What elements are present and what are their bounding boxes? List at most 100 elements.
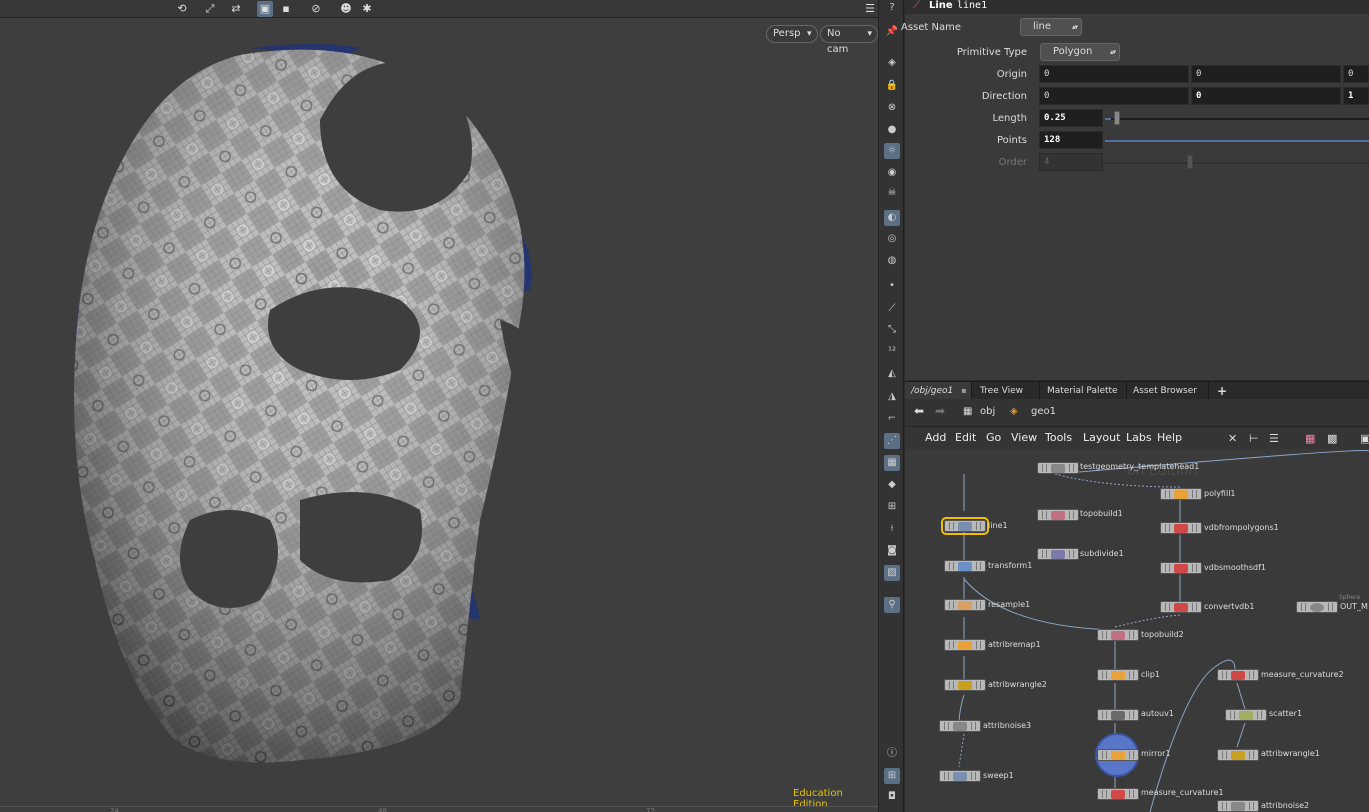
node-sweep1[interactable]: [939, 770, 981, 782]
help-icon[interactable]: ?: [884, 0, 900, 16]
node-attribremap1[interactable]: [944, 639, 986, 651]
direction-y-field[interactable]: 0: [1191, 87, 1341, 105]
corner-icon[interactable]: ⌐: [884, 411, 900, 427]
car-icon[interactable]: ⊞: [884, 499, 900, 515]
pin-tool-icon[interactable]: ⚲: [884, 597, 900, 613]
sphere-icon[interactable]: ●: [884, 122, 900, 138]
node-label: autouv1: [1141, 709, 1174, 718]
skull-icon[interactable]: ☠: [884, 185, 900, 201]
camera-view-icon[interactable]: ◈: [884, 55, 900, 71]
node-label: clip1: [1141, 670, 1161, 679]
diamond-icon[interactable]: ◆: [884, 477, 900, 493]
length-field[interactable]: 0.25: [1039, 109, 1103, 127]
eye-icon[interactable]: ◎: [884, 231, 900, 247]
tab-material-palette[interactable]: Material Palette: [1041, 382, 1127, 400]
axes-icon[interactable]: ⟊: [884, 521, 900, 537]
select-icon[interactable]: ⋰: [884, 433, 900, 449]
origin-y-field[interactable]: 0: [1191, 65, 1341, 83]
points-field[interactable]: 128: [1039, 131, 1103, 149]
render-icon[interactable]: ◍: [884, 253, 900, 269]
node-line1[interactable]: [941, 517, 989, 535]
node-topobuild2[interactable]: [1097, 629, 1139, 641]
order-field: 4: [1039, 153, 1103, 171]
tab-obj-geo1[interactable]: /obj/geo1 ▪: [905, 382, 972, 400]
node-label: attribwrangle2: [988, 680, 1047, 689]
rotate-tool-icon[interactable]: ⟲: [174, 1, 190, 17]
direction-label: Direction: [981, 91, 1027, 102]
close-icon[interactable]: ▪: [961, 386, 966, 395]
pick-icon[interactable]: ⤡: [884, 322, 900, 338]
origin-x-field[interactable]: 0: [1039, 65, 1189, 83]
network-editor[interactable]: Add Edit Go View Tools Layout Labs Help …: [905, 427, 1369, 812]
node-testgeometry-templatehead1[interactable]: [1037, 462, 1079, 474]
node-polyfill1[interactable]: [1160, 488, 1202, 500]
screenshot-icon[interactable]: ◘: [884, 789, 900, 805]
node-autouv1[interactable]: [1097, 709, 1139, 721]
ghost-icon[interactable]: ☻: [338, 1, 354, 17]
primitive-type-label: Primitive Type: [956, 47, 1027, 58]
back-arrow-icon[interactable]: ⬅: [914, 404, 924, 418]
node-attribnoise3[interactable]: [939, 720, 981, 732]
shaded-icon[interactable]: ◐: [884, 210, 900, 226]
node-attribnoise2[interactable]: [1217, 800, 1259, 812]
length-slider[interactable]: [1105, 118, 1369, 120]
node-transform1[interactable]: [944, 560, 986, 572]
node-topobuild1[interactable]: [1037, 509, 1079, 521]
autouv-node-icon: [1111, 711, 1125, 720]
brush-icon[interactable]: ⟋: [884, 301, 900, 317]
primitive-type-dropdown[interactable]: Polygon: [1040, 43, 1120, 61]
checker-icon[interactable]: ▦: [884, 455, 900, 471]
display-icon[interactable]: ▪: [278, 1, 294, 17]
asset-name-dropdown[interactable]: line: [1020, 18, 1082, 36]
direction-x-field[interactable]: 0: [1039, 87, 1189, 105]
scope-icon[interactable]: ◙: [884, 543, 900, 559]
camera-view-menu[interactable]: Persp: [766, 25, 818, 43]
node-clip1[interactable]: [1097, 669, 1139, 681]
node-measure-curvature1[interactable]: [1097, 788, 1139, 800]
paint-bucket-icon[interactable]: ◭: [884, 366, 900, 382]
snap-icon[interactable]: ⊞: [884, 768, 900, 784]
light-bulb-icon[interactable]: ◉: [884, 165, 900, 181]
layout-icon[interactable]: ☰: [862, 1, 878, 17]
length-slider-knob[interactable]: [1114, 111, 1120, 125]
node-convertvdb1[interactable]: [1160, 601, 1202, 613]
mirror-node-icon: [1111, 751, 1125, 760]
no-entry-icon[interactable]: ⊗: [884, 100, 900, 116]
point-icon[interactable]: •: [884, 278, 900, 294]
points-slider[interactable]: [1105, 140, 1369, 142]
node-name-field[interactable]: line1: [957, 0, 987, 11]
direction-z-field[interactable]: 1: [1343, 87, 1369, 105]
node-label: attribnoise2: [1261, 801, 1310, 810]
origin-z-field[interactable]: 0: [1343, 65, 1369, 83]
image-icon[interactable]: ▨: [884, 565, 900, 581]
info-icon[interactable]: ⓘ: [884, 746, 900, 762]
node-resample1[interactable]: [944, 599, 986, 611]
node-vdbfrompolygons1[interactable]: [1160, 522, 1202, 534]
lock-icon[interactable]: 🔒: [884, 78, 900, 94]
add-tab-icon[interactable]: +: [1211, 382, 1233, 400]
node-scatter1[interactable]: [1225, 709, 1267, 721]
length-slider-fill: [1105, 118, 1111, 120]
node-mirror1[interactable]: [1097, 749, 1139, 761]
breadcrumb-root[interactable]: obj: [980, 406, 995, 417]
camera-icon[interactable]: ▣: [257, 1, 273, 17]
node-measure-curvature2[interactable]: [1217, 669, 1259, 681]
node-out-m[interactable]: [1296, 601, 1338, 613]
number-icon[interactable]: ¹²: [884, 344, 900, 360]
forward-arrow-icon[interactable]: ➡: [935, 404, 945, 418]
node-attribwrangle1[interactable]: [1217, 749, 1259, 761]
snapshot-icon[interactable]: ✱: [359, 1, 375, 17]
pose-tool-icon[interactable]: ⤢: [202, 1, 218, 17]
breadcrumb-current[interactable]: geo1: [1031, 406, 1056, 417]
grid-icon[interactable]: ◮: [884, 389, 900, 405]
light-icon[interactable]: ☼: [884, 143, 900, 159]
node-subdivide1[interactable]: [1037, 548, 1079, 560]
tab-tree-view[interactable]: Tree View: [974, 382, 1040, 400]
sweep-node-icon: [953, 772, 967, 781]
node-attribwrangle2[interactable]: [944, 679, 986, 691]
handle-tool-icon[interactable]: ⇄: [228, 1, 244, 17]
tab-asset-browser[interactable]: Asset Browser: [1127, 382, 1209, 400]
viewport[interactable]: ⟲ ⤢ ⇄ ▣ ▪ ⊘ ☻ ✱ ☰ Persp No cam Education…: [0, 0, 878, 812]
record-icon[interactable]: ⊘: [308, 1, 324, 17]
node-vdbsmoothsdf1[interactable]: [1160, 562, 1202, 574]
